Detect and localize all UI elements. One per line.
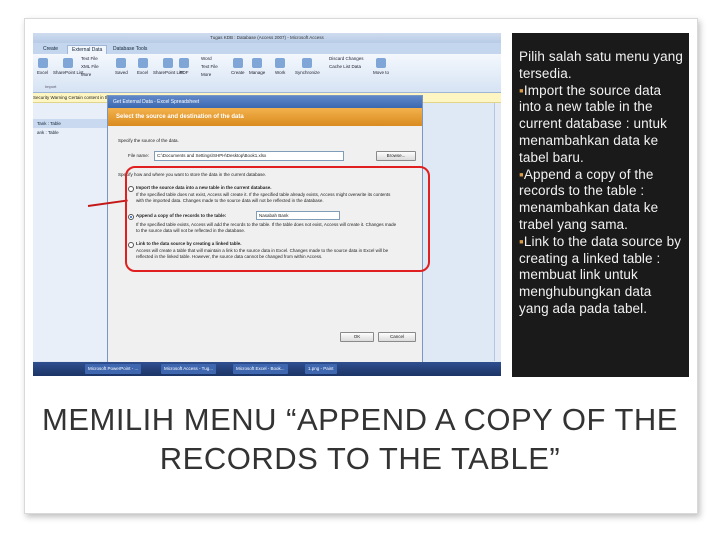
ribbon-button[interactable]: Move to <box>373 58 389 75</box>
ribbon-button[interactable]: More <box>201 72 211 77</box>
browse-button[interactable]: Browse... <box>376 151 416 161</box>
ribbon-button[interactable]: Text File <box>81 56 98 61</box>
ribbon-button[interactable]: XML File <box>81 64 99 69</box>
windows-taskbar: Microsoft PowerPoint - ... Microsoft Acc… <box>33 362 501 376</box>
ribbon-button[interactable]: Create <box>231 58 245 75</box>
sharepoint-icon <box>63 58 74 68</box>
ribbon-button[interactable]: Manage <box>249 58 265 75</box>
move-icon <box>376 58 386 68</box>
dialog-heading: Select the source and destination of the… <box>108 108 422 126</box>
ribbon-button[interactable]: Discard Changes <box>329 56 364 61</box>
ribbon: Excel SharePoint List Text File XML File… <box>33 54 501 93</box>
scrollbar[interactable] <box>494 103 501 361</box>
explanation-panel: Pilih salah satu menu yang tersedia. ▪Im… <box>512 33 689 377</box>
navigation-pane: Tank : Table ank : Table <box>33 103 108 361</box>
window-titlebar: Tugas KDB : Database (Access 2007) - Mic… <box>33 33 501 43</box>
ribbon-button[interactable]: Excel <box>137 58 148 75</box>
ribbon-button[interactable]: More <box>81 72 91 77</box>
file-name-label: File name: <box>128 153 150 158</box>
excel-icon <box>137 58 148 68</box>
ribbon-button[interactable]: PDF <box>179 58 189 75</box>
ribbon-button[interactable]: Word <box>201 56 212 61</box>
explanation-intro: Pilih salah satu menu yang tersedia. <box>519 49 683 81</box>
explanation-item: ▪Append a copy of the records to the tab… <box>519 166 659 232</box>
taskbar-item[interactable]: Microsoft Excel - Book... <box>233 364 288 374</box>
sharepoint-icon <box>163 58 174 68</box>
window-title: Tugas KDB : Database (Access 2007) - Mic… <box>210 35 324 40</box>
work-offline-icon <box>275 58 286 68</box>
nav-item[interactable]: ank : Table <box>33 128 107 137</box>
pdf-icon <box>179 58 189 68</box>
explanation-item: ▪Import the source data into a new table… <box>519 82 667 165</box>
ribbon-button[interactable]: Work <box>275 58 285 75</box>
cancel-button[interactable]: Cancel <box>378 332 416 342</box>
saved-icon <box>116 58 127 68</box>
ribbon-button[interactable]: Text File <box>201 64 218 69</box>
slide-caption: MEMILIH MENU “APPEND A COPY OF THE RECOR… <box>42 402 678 476</box>
taskbar-item[interactable]: Microsoft Access - Tug... <box>161 364 217 374</box>
highlight-circle <box>125 166 430 272</box>
ribbon-button[interactable]: SharePoint List <box>53 58 84 75</box>
ribbon-group-label: Import <box>45 84 57 89</box>
tab-create[interactable]: Create <box>39 45 62 54</box>
ok-button[interactable]: OK <box>340 332 374 342</box>
excel-icon <box>37 58 48 68</box>
taskbar-item[interactable]: 1.png - Paint <box>305 364 337 374</box>
taskbar-item[interactable]: Microsoft PowerPoint - ... <box>85 364 142 374</box>
ribbon-tabs: Create External Data Database Tools <box>33 43 501 55</box>
synchronize-icon <box>302 58 313 68</box>
ribbon-button[interactable]: Cache List Data <box>329 64 361 69</box>
create-icon <box>232 58 243 68</box>
manage-icon <box>252 58 263 68</box>
file-name-field[interactable]: C:\Documents and Settings\SHPH\Desktop\B… <box>154 151 344 161</box>
explanation-item: ▪Link to the data source by creating a l… <box>519 233 682 316</box>
ribbon-button[interactable]: Saved <box>115 58 128 75</box>
explanation-text: Pilih salah satu menu yang tersedia. ▪Im… <box>519 49 683 318</box>
ribbon-button[interactable]: Synchronize <box>295 58 320 75</box>
dialog-title: Get External Data - Excel Spreadsheet <box>108 96 422 108</box>
tab-database-tools[interactable]: Database Tools <box>109 45 151 54</box>
specify-source-label: Specify the source of the data. <box>118 138 179 143</box>
nav-header[interactable]: Tank : Table <box>33 119 107 128</box>
ribbon-button[interactable]: Excel <box>37 58 48 75</box>
